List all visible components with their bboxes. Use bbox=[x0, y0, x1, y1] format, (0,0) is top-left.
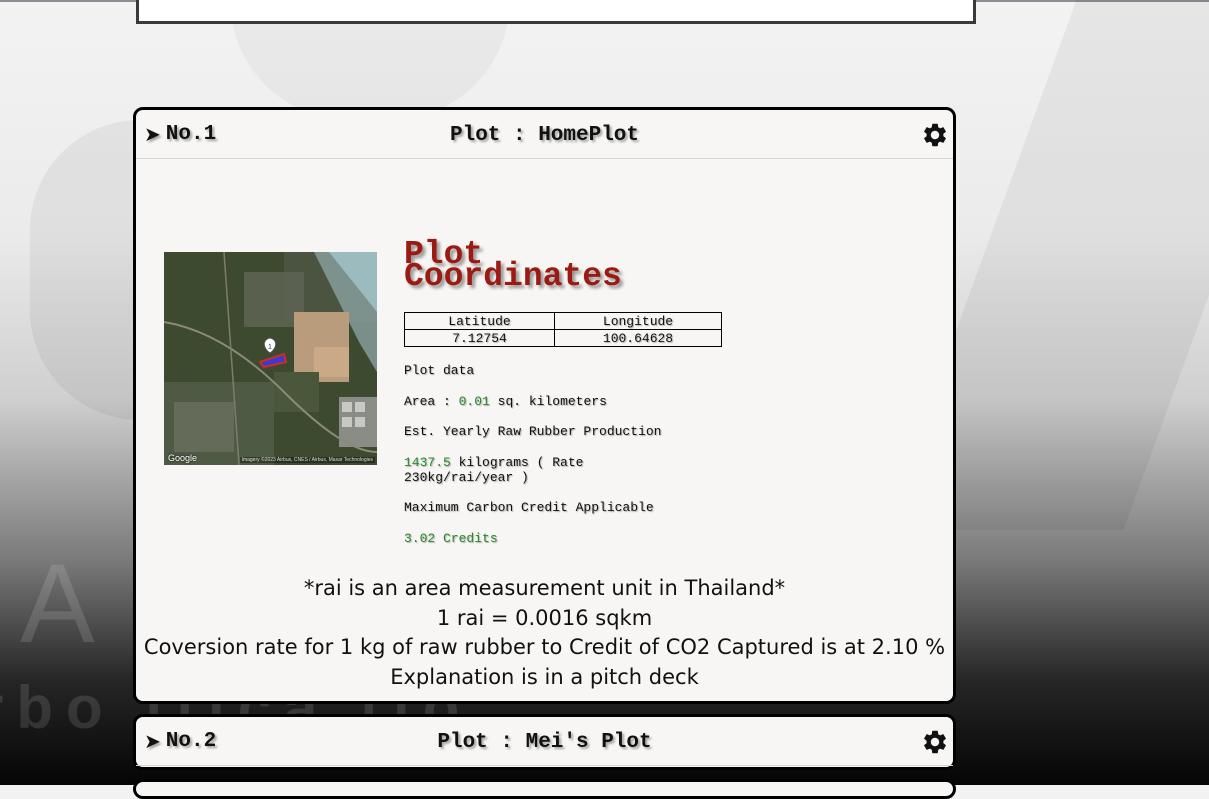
coordinates-table: Latitude Longitude 7.12754 100.64628 bbox=[404, 312, 722, 347]
area-row: Area : 0.01 sq. kilometers bbox=[404, 394, 734, 409]
note-rai-definition: *rai is an area measurement unit in Thai… bbox=[303, 576, 786, 600]
gear-icon[interactable] bbox=[921, 121, 949, 149]
gear-icon[interactable] bbox=[921, 728, 949, 756]
plot-card: ➤ No.1 Plot : HomePlot 1 Google Imagery … bbox=[133, 107, 956, 704]
area-value: 0.01 bbox=[458, 394, 490, 409]
area-label: Area : bbox=[404, 394, 451, 409]
satellite-imagery: 1 bbox=[164, 252, 377, 465]
google-attribution: Google bbox=[168, 453, 198, 463]
next-plot-card-edge bbox=[133, 779, 956, 799]
latitude-value: 7.12754 bbox=[404, 329, 555, 347]
svg-text:1: 1 bbox=[268, 344, 272, 351]
notes-block: *rai is an area measurement unit in Thai… bbox=[136, 574, 953, 692]
plot-title: Plot : Mei's Plot bbox=[437, 731, 652, 754]
plot-card: ➤ No.2 Plot : Mei's Plot bbox=[133, 714, 956, 770]
production-value: 1437.5 bbox=[404, 455, 451, 470]
note-co2-conversion: Coversion rate for 1 kg of raw rubber to… bbox=[143, 635, 946, 659]
credit-value: 3.02 Credits bbox=[404, 531, 498, 546]
plot-data-label: Plot data bbox=[404, 363, 475, 378]
longitude-value: 100.64628 bbox=[554, 329, 722, 347]
area-unit: sq. kilometers bbox=[497, 394, 607, 409]
imagery-attribution: Imagery ©2023 Airbus, CNES / Airbus, Max… bbox=[239, 457, 375, 463]
plot-title: Plot : HomePlot bbox=[449, 124, 640, 147]
latitude-header: Latitude bbox=[404, 312, 555, 330]
credit-label: Maximum Carbon Credit Applicable bbox=[404, 500, 654, 515]
plot-satellite-map[interactable]: 1 Google Imagery ©2023 Airbus, CNES / Ai… bbox=[164, 252, 377, 465]
plot-card-header[interactable]: ➤ No.2 Plot : Mei's Plot bbox=[136, 717, 953, 766]
production-row: 1437.5 kilograms ( Rate 230kg/rai/year ) bbox=[404, 455, 629, 485]
plot-card-header[interactable]: ➤ No.1 Plot : HomePlot bbox=[136, 110, 953, 159]
coordinates-heading: Plot Coordinates bbox=[404, 236, 622, 295]
note-rai-conversion: 1 rai = 0.0016 sqkm bbox=[436, 605, 653, 630]
longitude-header: Longitude bbox=[554, 312, 722, 330]
production-label: Est. Yearly Raw Rubber Production bbox=[404, 424, 662, 439]
note-explanation: Explanation is in a pitch deck bbox=[390, 664, 699, 689]
previous-panel-bottom bbox=[136, 0, 976, 24]
